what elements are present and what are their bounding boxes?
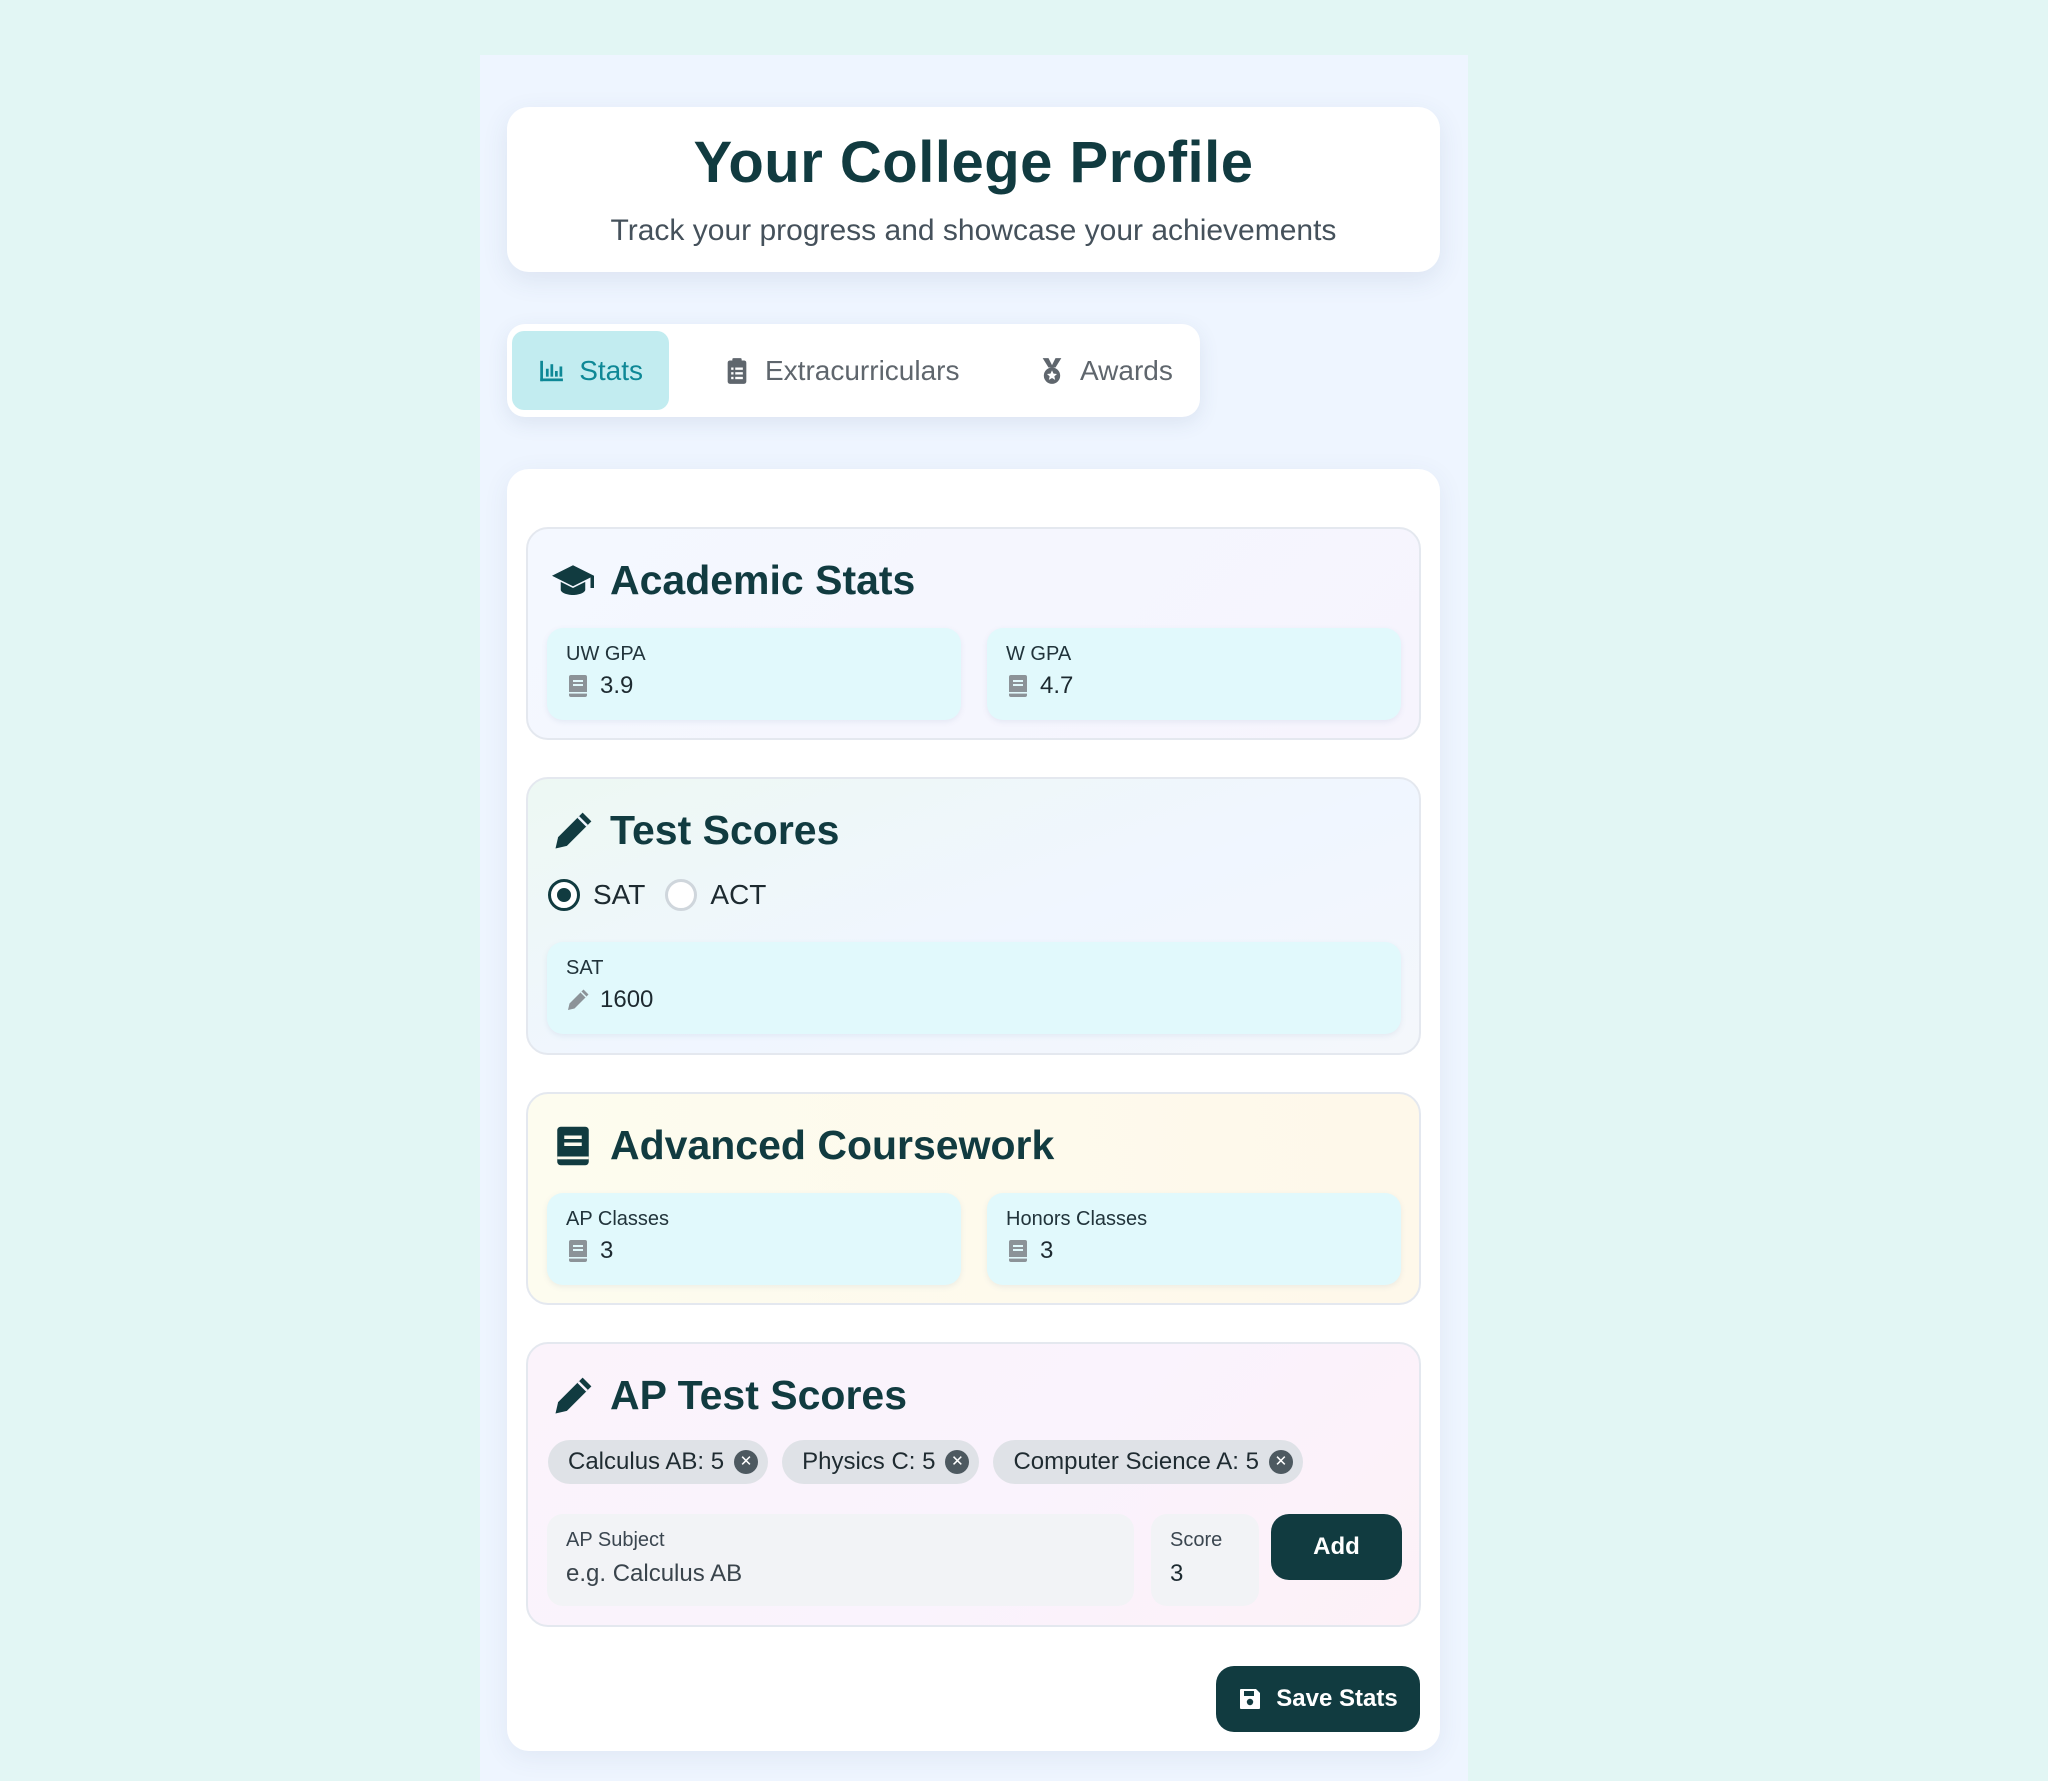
w-gpa-label: W GPA <box>1006 643 1072 665</box>
remove-chip-icon[interactable]: ✕ <box>734 1450 759 1474</box>
bar-chart-icon <box>540 360 563 381</box>
tab-bar: Stats Extracurriculars Awards <box>507 324 1200 417</box>
act-radio[interactable] <box>665 879 698 911</box>
honors-classes-label: Honors Classes <box>1006 1208 1148 1230</box>
honors-classes-field[interactable]: Honors Classes 3 <box>987 1193 1401 1285</box>
page-subtitle: Track your progress and showcase your ac… <box>610 214 1337 247</box>
clipboard-icon <box>727 357 747 384</box>
ap-score-chip: Physics C: 5 ✕ <box>782 1440 980 1484</box>
uw-gpa-field[interactable]: UW GPA 3.9 <box>547 628 961 720</box>
ap-subject-input[interactable]: AP Subject e.g. Calculus AB <box>547 1514 1134 1606</box>
profile-header: Your College Profile Track your progress… <box>507 107 1440 272</box>
w-gpa-field[interactable]: W GPA 4.7 <box>987 628 1401 720</box>
ap-score-chips: Calculus AB: 5 ✕ Physics C: 5 ✕ Computer… <box>548 1440 1303 1484</box>
tab-extracurriculars[interactable]: Extracurriculars <box>697 331 985 410</box>
ap-test-scores-card: AP Test Scores Calculus AB: 5 ✕ Physics … <box>526 1342 1421 1627</box>
ap-classes-label: AP Classes <box>566 1208 670 1230</box>
pencil-icon <box>555 1377 592 1413</box>
advanced-coursework-card: Advanced Coursework AP Classes 3 Honors … <box>526 1092 1421 1305</box>
ap-subject-placeholder: e.g. Calculus AB <box>566 1560 743 1587</box>
remove-chip-icon[interactable]: ✕ <box>1268 1450 1293 1474</box>
tab-extracurriculars-label: Extracurriculars <box>765 354 960 386</box>
add-button-label: Add <box>1313 1533 1360 1560</box>
advanced-coursework-heading: Advanced Coursework <box>552 1122 1054 1169</box>
uw-gpa-value: 3.9 <box>600 672 634 699</box>
tab-awards[interactable]: Awards <box>1012 331 1199 410</box>
tab-awards-label: Awards <box>1080 354 1173 386</box>
sat-radio-label[interactable]: SAT <box>593 879 645 911</box>
book-icon <box>557 1126 589 1165</box>
ap-score-label: Score <box>1170 1529 1223 1551</box>
ap-classes-value: 3 <box>600 1237 614 1264</box>
add-ap-score-button[interactable]: Add <box>1271 1514 1402 1580</box>
ap-score-chip-label: Computer Science A: 5 <box>1013 1448 1259 1475</box>
academic-stats-title: Academic Stats <box>610 557 916 603</box>
advanced-coursework-title: Advanced Coursework <box>610 1122 1055 1168</box>
save-stats-button[interactable]: Save Stats <box>1216 1666 1420 1732</box>
test-scores-title: Test Scores <box>610 807 840 853</box>
pencil-icon <box>568 989 589 1010</box>
ap-score-input[interactable]: Score 3 <box>1151 1514 1259 1606</box>
book-icon <box>569 1240 587 1262</box>
test-scores-card: Test Scores SAT ACT SAT 1600 <box>526 777 1421 1055</box>
book-icon <box>1009 1240 1027 1262</box>
pencil-icon <box>555 812 592 848</box>
sat-score-value: 1600 <box>600 986 654 1013</box>
book-icon <box>1009 675 1027 697</box>
test-type-radio-group: SAT ACT <box>548 879 786 911</box>
ap-score-value: 3 <box>1170 1560 1184 1587</box>
ap-score-chip-label: Physics C: 5 <box>802 1448 936 1475</box>
ap-score-chip: Calculus AB: 5 ✕ <box>548 1440 769 1484</box>
page-title: Your College Profile <box>693 130 1254 195</box>
w-gpa-value: 4.7 <box>1040 672 1074 699</box>
medal-icon <box>1042 357 1062 384</box>
uw-gpa-label: UW GPA <box>566 643 646 665</box>
sat-radio[interactable] <box>548 879 580 911</box>
ap-subject-label: AP Subject <box>566 1529 665 1551</box>
ap-test-scores-heading: AP Test Scores <box>552 1372 907 1419</box>
ap-score-chip-label: Calculus AB: 5 <box>568 1448 725 1475</box>
act-radio-label[interactable]: ACT <box>710 879 766 911</box>
honors-classes-value: 3 <box>1040 1237 1054 1264</box>
ap-test-scores-title: AP Test Scores <box>610 1372 908 1418</box>
graduation-cap-icon <box>552 564 594 595</box>
save-icon <box>1240 1689 1261 1709</box>
test-scores-heading: Test Scores <box>552 807 839 854</box>
academic-stats-heading: Academic Stats <box>552 557 915 604</box>
tab-stats[interactable]: Stats <box>512 331 669 410</box>
book-icon <box>569 675 587 697</box>
academic-stats-card: Academic Stats UW GPA 3.9 W GPA 4.7 <box>526 527 1421 740</box>
sat-score-label: SAT <box>566 957 604 979</box>
ap-classes-field[interactable]: AP Classes 3 <box>547 1193 961 1285</box>
ap-score-chip: Computer Science A: 5 ✕ <box>993 1440 1303 1484</box>
save-stats-label: Save Stats <box>1276 1685 1398 1712</box>
sat-score-field[interactable]: SAT 1600 <box>547 942 1401 1034</box>
remove-chip-icon[interactable]: ✕ <box>945 1450 970 1474</box>
tab-stats-label: Stats <box>579 354 643 386</box>
